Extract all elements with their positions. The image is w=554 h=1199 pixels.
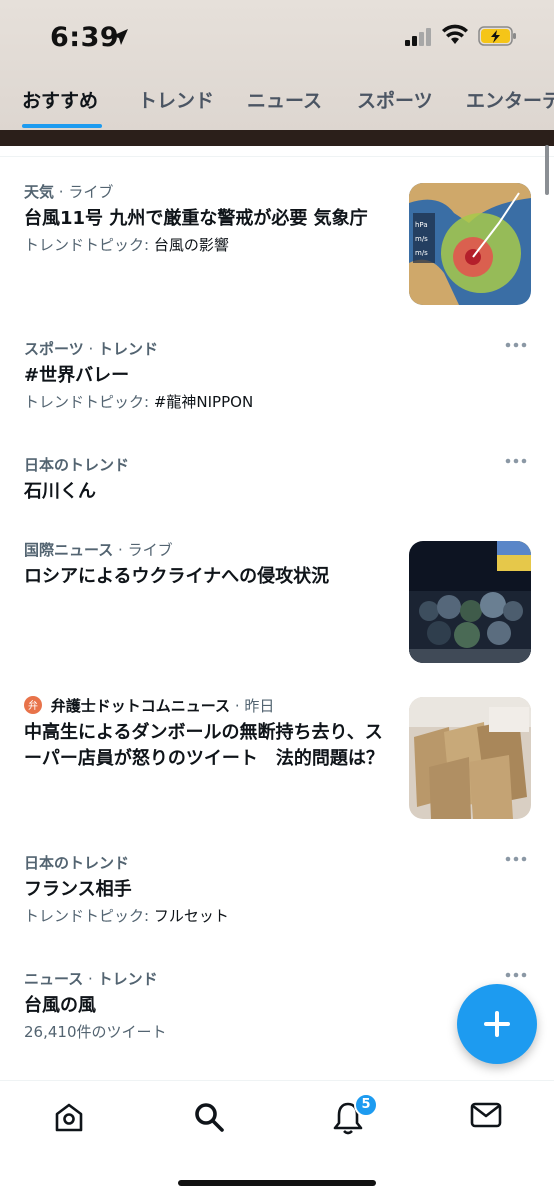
trend-meta: 日本のトレンド — [24, 853, 534, 873]
trend-title: 台風11号 九州で厳重な警戒が必要 気象庁 — [24, 208, 368, 229]
svg-text:m/s: m/s — [415, 249, 428, 257]
mail-icon[interactable] — [470, 1101, 502, 1129]
trend-subtitle: トレンドトピック: #龍神NIPPON — [24, 393, 254, 411]
trend-item[interactable]: 日本のトレンド フランス相手 トレンドトピック: フルセット — [24, 853, 534, 927]
compose-tweet-button[interactable] — [457, 984, 537, 1064]
tab-sports[interactable]: スポーツ — [357, 86, 433, 113]
tab-trending[interactable]: トレンド — [138, 86, 214, 113]
svg-text:hPa: hPa — [415, 221, 428, 229]
tab-for-you[interactable]: おすすめ — [22, 86, 98, 113]
status-time: 6:39 — [50, 22, 120, 53]
trend-category: 天気 — [24, 183, 55, 201]
more-options-icon[interactable] — [504, 455, 528, 467]
notification-badge: 5 — [354, 1093, 378, 1117]
scrollbar[interactable] — [545, 145, 549, 195]
search-icon[interactable] — [193, 1101, 225, 1133]
news-time: 昨日 — [244, 697, 275, 715]
trend-category: ニュース — [24, 970, 84, 988]
more-options-icon[interactable] — [504, 339, 528, 351]
trend-title: 石川くん — [24, 481, 96, 502]
trend-category: 日本のトレンド — [24, 456, 130, 474]
svg-text:m/s: m/s — [415, 235, 428, 243]
trend-category: 国際ニュース — [24, 541, 114, 559]
typhoon-map-thumbnail[interactable]: hPa m/s m/s — [409, 183, 531, 305]
active-tab-indicator — [22, 124, 102, 128]
trend-title: #世界バレー — [24, 365, 130, 386]
cellular-signal-icon — [405, 28, 431, 46]
cardboard-boxes-thumbnail[interactable] — [409, 697, 531, 819]
trend-item[interactable]: 日本のトレンド 石川くん — [24, 455, 534, 505]
trend-context: ライブ — [127, 541, 173, 559]
memorial-flowers-thumbnail[interactable] — [409, 541, 531, 663]
trend-subtitle: トレンドトピック: フルセット — [24, 907, 229, 925]
header-image-strip — [0, 130, 554, 146]
more-options-icon[interactable] — [504, 969, 528, 981]
trend-category: スポーツ — [24, 340, 84, 358]
tab-news[interactable]: ニュース — [247, 86, 322, 113]
svg-text:弁: 弁 — [28, 699, 38, 712]
trend-meta: スポーツ · トレンド — [24, 340, 159, 358]
news-title: 中高生によるダンボールの無断持ち去り、スーパー店員が怒りのツイート 法的問題は？ — [24, 722, 384, 769]
more-options-icon[interactable] — [504, 853, 528, 865]
trend-category: 日本のトレンド — [24, 854, 130, 872]
news-publisher: 弁護士ドットコムニュース — [50, 697, 231, 715]
trend-title: ロシアによるウクライナへの侵攻状況 — [24, 566, 330, 587]
trend-context: トレンド — [98, 340, 159, 358]
home-indicator[interactable] — [178, 1180, 376, 1186]
wifi-icon — [442, 24, 468, 44]
home-icon[interactable] — [54, 1101, 84, 1133]
publisher-logo-icon: 弁 — [24, 696, 42, 714]
trend-title: フランス相手 — [24, 879, 132, 900]
explore-tabs: おすすめ トレンド ニュース スポーツ エンターテ — [0, 78, 554, 130]
trend-context: トレンド — [97, 970, 158, 988]
location-arrow-icon — [112, 29, 128, 45]
divider — [0, 156, 554, 157]
trend-item[interactable]: スポーツ · トレンド #世界バレー トレンドトピック: #龍神NIPPON — [24, 339, 534, 413]
trend-meta: 日本のトレンド — [24, 455, 534, 475]
trend-context: ライブ — [68, 183, 114, 201]
battery-charging-icon — [478, 26, 516, 46]
tab-entertainment[interactable]: エンターテ — [466, 86, 554, 113]
header: 6:39 おすすめ トレンド ニュース スポーツ エンターテ — [0, 0, 554, 132]
plus-icon — [484, 1011, 510, 1037]
